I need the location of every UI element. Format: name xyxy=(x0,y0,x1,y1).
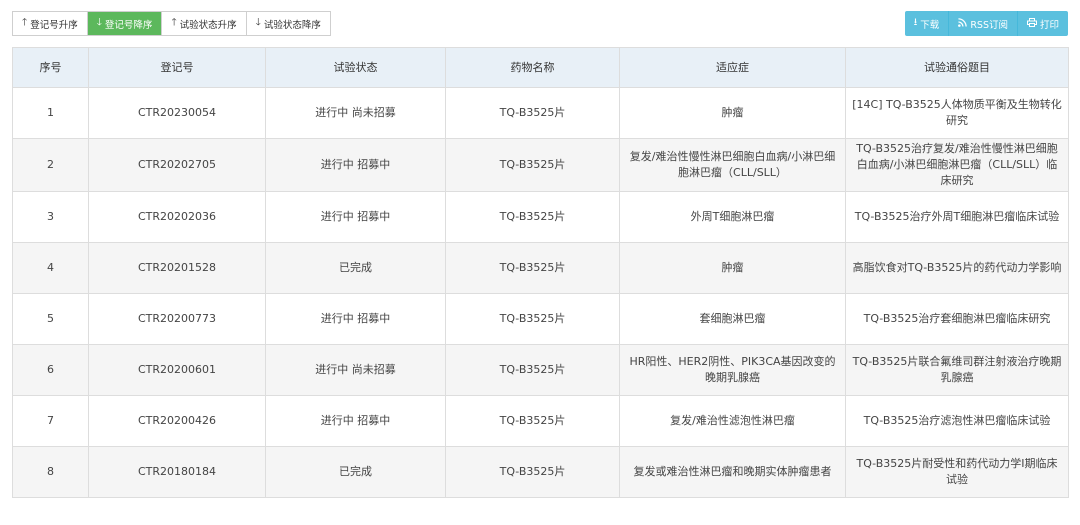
cell-index: 2 xyxy=(12,138,89,192)
arrow-up-icon: 🡑 xyxy=(22,17,28,28)
col-header-status[interactable]: 试验状态 xyxy=(265,47,446,88)
rss-label: RSS订阅 xyxy=(970,19,1008,31)
cell-drug: TQ-B3525片 xyxy=(445,293,620,345)
download-button[interactable]: ⭳ 下载 xyxy=(904,11,949,36)
cell-status: 进行中 招募中 xyxy=(265,191,446,243)
rss-icon xyxy=(958,17,968,30)
table-row[interactable]: 8 CTR20180184 已完成 TQ-B3525片 复发或难治性淋巴瘤和晚期… xyxy=(12,446,1069,498)
rss-subscribe-button[interactable]: RSS订阅 xyxy=(948,11,1017,36)
cell-index: 8 xyxy=(12,446,89,498)
cell-title[interactable]: [14C] TQ-B3525人体物质平衡及生物转化研究 xyxy=(845,87,1069,139)
col-header-drug[interactable]: 药物名称 xyxy=(445,47,620,88)
table-row[interactable]: 2 CTR20202705 进行中 招募中 TQ-B3525片 复发/难治性慢性… xyxy=(12,138,1069,192)
cell-status: 已完成 xyxy=(265,242,446,294)
toolbar: 🡑 登记号升序 🡓 登记号降序 🡑 试验状态升序 🡓 试验状态降序 ⭳ 下载 R… xyxy=(12,11,1068,36)
sort-regno-desc-button[interactable]: 🡓 登记号降序 xyxy=(87,12,163,35)
cell-index: 5 xyxy=(12,293,89,345)
cell-indication: 外周T细胞淋巴瘤 xyxy=(619,191,846,243)
cell-drug: TQ-B3525片 xyxy=(445,395,620,447)
table-row[interactable]: 4 CTR20201528 已完成 TQ-B3525片 肿瘤 高脂饮食对TQ-B… xyxy=(12,242,1069,294)
cell-drug: TQ-B3525片 xyxy=(445,242,620,294)
cell-regno[interactable]: CTR20202036 xyxy=(88,191,266,243)
cell-indication: HR阳性、HER2阴性、PIK3CA基因改变的晚期乳腺癌 xyxy=(619,344,846,396)
cell-index: 6 xyxy=(12,344,89,396)
cell-status: 已完成 xyxy=(265,446,446,498)
sort-status-desc-button[interactable]: 🡓 试验状态降序 xyxy=(246,12,330,35)
cell-regno[interactable]: CTR20200426 xyxy=(88,395,266,447)
print-label: 打印 xyxy=(1039,19,1059,31)
cell-status: 进行中 招募中 xyxy=(265,138,446,192)
cell-title[interactable]: TQ-B3525片耐受性和药代动力学I期临床试验 xyxy=(845,446,1069,498)
cell-title[interactable]: 高脂饮食对TQ-B3525片的药代动力学影响 xyxy=(845,242,1069,294)
cell-title[interactable]: TQ-B3525治疗复发/难治性慢性淋巴细胞白血病/小淋巴细胞淋巴瘤（CLL/S… xyxy=(845,138,1069,192)
cell-status: 进行中 招募中 xyxy=(265,395,446,447)
cell-indication: 复发/难治性慢性淋巴细胞白血病/小淋巴细胞淋巴瘤（CLL/SLL） xyxy=(619,138,846,192)
table-row[interactable]: 1 CTR20230054 进行中 尚未招募 TQ-B3525片 肿瘤 [14C… xyxy=(12,87,1069,139)
cell-title[interactable]: TQ-B3525治疗外周T细胞淋巴瘤临床试验 xyxy=(845,191,1069,243)
action-button-group: ⭳ 下载 RSS订阅 打印 xyxy=(904,11,1068,36)
cell-regno[interactable]: CTR20202705 xyxy=(88,138,266,192)
download-label: 下载 xyxy=(920,19,940,31)
col-header-indication[interactable]: 适应症 xyxy=(619,47,846,88)
table-row[interactable]: 7 CTR20200426 进行中 招募中 TQ-B3525片 复发/难治性滤泡… xyxy=(12,395,1069,447)
sort-button-group: 🡑 登记号升序 🡓 登记号降序 🡑 试验状态升序 🡓 试验状态降序 xyxy=(12,11,331,36)
cell-title[interactable]: TQ-B3525治疗套细胞淋巴瘤临床研究 xyxy=(845,293,1069,345)
table-row[interactable]: 5 CTR20200773 进行中 招募中 TQ-B3525片 套细胞淋巴瘤 T… xyxy=(12,293,1069,345)
cell-index: 3 xyxy=(12,191,89,243)
print-icon xyxy=(1026,17,1037,30)
cell-regno[interactable]: CTR20200601 xyxy=(88,344,266,396)
sort-button-label: 登记号升序 xyxy=(30,19,78,31)
cell-drug: TQ-B3525片 xyxy=(445,138,620,192)
col-header-index[interactable]: 序号 xyxy=(12,47,89,88)
cell-index: 4 xyxy=(12,242,89,294)
cell-drug: TQ-B3525片 xyxy=(445,446,620,498)
cell-title[interactable]: TQ-B3525片联合氟维司群注射液治疗晚期乳腺癌 xyxy=(845,344,1069,396)
table-header-row: 序号 登记号 试验状态 药物名称 适应症 试验通俗题目 xyxy=(12,47,1069,88)
cell-indication: 肿瘤 xyxy=(619,87,846,139)
cell-regno[interactable]: CTR20180184 xyxy=(88,446,266,498)
cell-status: 进行中 尚未招募 xyxy=(265,87,446,139)
cell-indication: 复发或难治性淋巴瘤和晚期实体肿瘤患者 xyxy=(619,446,846,498)
cell-title[interactable]: TQ-B3525治疗滤泡性淋巴瘤临床试验 xyxy=(845,395,1069,447)
col-header-title[interactable]: 试验通俗题目 xyxy=(845,47,1069,88)
print-button[interactable]: 打印 xyxy=(1016,11,1068,36)
table-row[interactable]: 3 CTR20202036 进行中 招募中 TQ-B3525片 外周T细胞淋巴瘤… xyxy=(12,191,1069,243)
cell-indication: 复发/难治性滤泡性淋巴瘤 xyxy=(619,395,846,447)
download-icon: ⭳ xyxy=(913,17,918,28)
cell-drug: TQ-B3525片 xyxy=(445,87,620,139)
cell-indication: 肿瘤 xyxy=(619,242,846,294)
sort-status-asc-button[interactable]: 🡑 试验状态升序 xyxy=(162,12,247,35)
cell-status: 进行中 尚未招募 xyxy=(265,344,446,396)
sort-button-label: 试验状态降序 xyxy=(263,19,321,31)
arrow-up-icon: 🡑 xyxy=(171,17,177,28)
sort-button-label: 登记号降序 xyxy=(104,19,153,31)
arrow-down-icon: 🡓 xyxy=(96,17,102,28)
cell-index: 7 xyxy=(12,395,89,447)
cell-regno[interactable]: CTR20201528 xyxy=(88,242,266,294)
cell-indication: 套细胞淋巴瘤 xyxy=(619,293,846,345)
sort-button-label: 试验状态升序 xyxy=(179,19,237,31)
trials-table: 序号 登记号 试验状态 药物名称 适应症 试验通俗题目 1 CTR2023005… xyxy=(12,47,1069,498)
cell-regno[interactable]: CTR20230054 xyxy=(88,87,266,139)
col-header-regno[interactable]: 登记号 xyxy=(88,47,266,88)
sort-regno-asc-button[interactable]: 🡑 登记号升序 xyxy=(13,12,88,35)
cell-index: 1 xyxy=(12,87,89,139)
cell-regno[interactable]: CTR20200773 xyxy=(88,293,266,345)
cell-drug: TQ-B3525片 xyxy=(445,344,620,396)
table-row[interactable]: 6 CTR20200601 进行中 尚未招募 TQ-B3525片 HR阳性、HE… xyxy=(12,344,1069,396)
cell-drug: TQ-B3525片 xyxy=(445,191,620,243)
cell-status: 进行中 招募中 xyxy=(265,293,446,345)
arrow-down-icon: 🡓 xyxy=(255,17,261,28)
